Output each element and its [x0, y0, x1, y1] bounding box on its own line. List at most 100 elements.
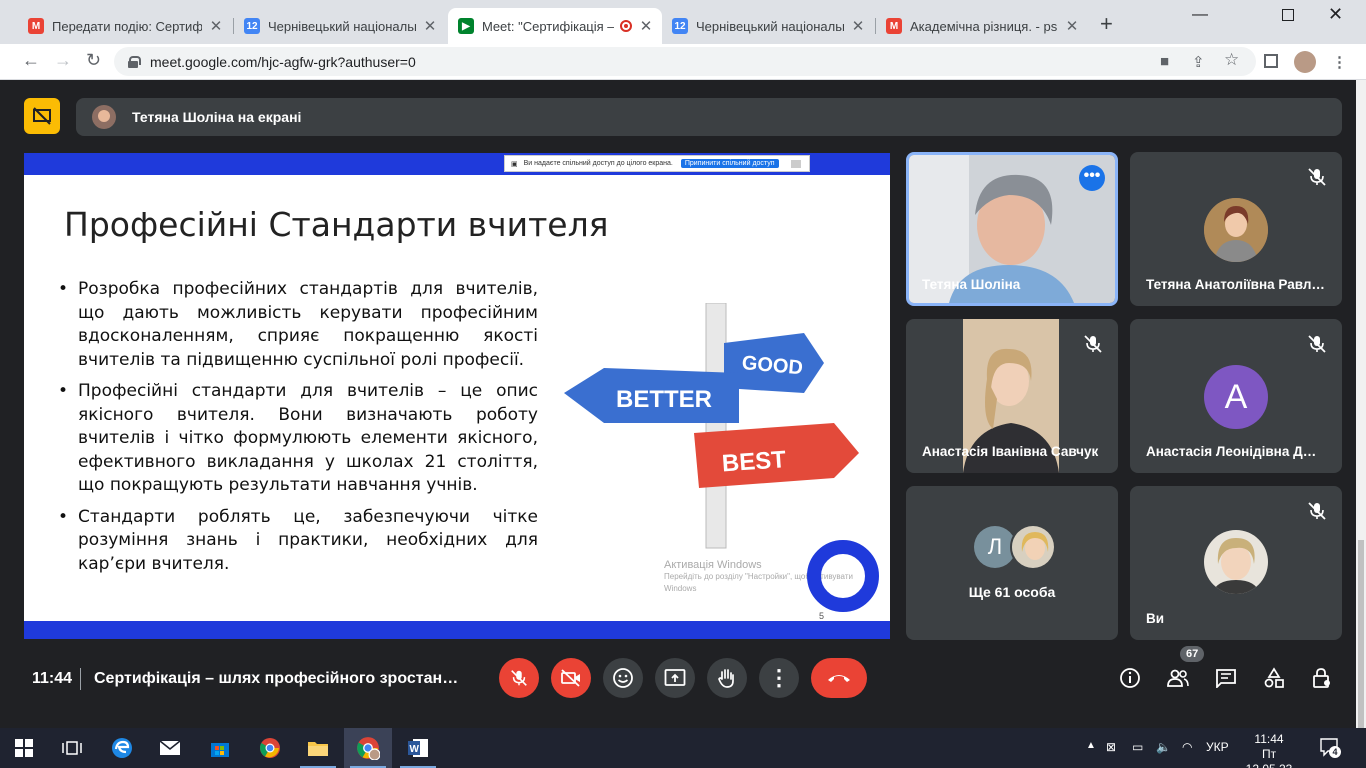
taskbar-file-explorer[interactable]: [294, 728, 342, 768]
hang-up-icon: [828, 675, 850, 682]
participant-tile[interactable]: ••• Тетяна Шоліна: [906, 152, 1118, 306]
start-button[interactable]: [0, 728, 48, 768]
minimize-icon[interactable]: —: [1192, 6, 1208, 24]
browser-tab[interactable]: M Академічна різниця. - psr-c ✕: [876, 8, 1088, 44]
bullet-item: Стандарти роблять це, забезпечуючи чітке…: [58, 506, 538, 577]
more-options-button[interactable]: ⋮: [759, 658, 799, 698]
camera-toggle-button[interactable]: [551, 658, 591, 698]
sign-best: BEST: [721, 446, 787, 477]
participant-avatar: [1204, 530, 1268, 594]
taskbar-store[interactable]: [196, 728, 244, 768]
taskbar-word[interactable]: W: [394, 728, 442, 768]
participant-name: Ви: [1146, 611, 1165, 626]
info-icon: [1120, 668, 1140, 688]
lock-icon: [128, 55, 141, 68]
screen-share-notice: ▣ Ви надаєте спільний доступ до цілого е…: [504, 155, 810, 172]
taskbar-chrome[interactable]: [246, 728, 294, 768]
taskbar-edge[interactable]: [98, 728, 146, 768]
meet-icon: ▶: [458, 18, 474, 34]
new-tab-icon[interactable]: +: [1100, 13, 1113, 35]
mic-off-icon: [1084, 335, 1102, 353]
participant-avatar: [1204, 198, 1268, 262]
volume-icon[interactable]: 🔈: [1156, 740, 1171, 754]
activities-button[interactable]: [1262, 666, 1286, 690]
participant-tile[interactable]: Анастасія Іванівна Савчук: [906, 319, 1118, 473]
taskbar-mail[interactable]: [146, 728, 194, 768]
browser-tab[interactable]: M Передати подію: Сертифікація ✕: [18, 8, 232, 44]
windows-logo-icon: [15, 739, 33, 757]
close-tab-icon[interactable]: ✕: [208, 17, 224, 35]
taskbar-chrome-window[interactable]: [344, 728, 392, 768]
participant-tile[interactable]: Тетяна Анатоліївна Равл…: [1130, 152, 1342, 306]
tab-title: Чернівецький національний: [268, 18, 416, 34]
participant-name: Анастасія Іванівна Савчук: [922, 444, 1099, 459]
folder-icon: [308, 742, 328, 756]
slide-ring-decoration: [807, 540, 879, 612]
participant-avatar-letter: A: [1204, 365, 1268, 429]
presenter-avatar: [92, 105, 116, 129]
sidebar-icon[interactable]: [1264, 54, 1278, 68]
bullet-item: Розробка професійних стандартів для вчит…: [58, 278, 538, 372]
raise-hand-button[interactable]: [707, 658, 747, 698]
edge-icon: [112, 738, 132, 758]
notifications-button[interactable]: 4: [1318, 736, 1341, 758]
gmail-icon: M: [28, 18, 44, 34]
presenting-label: Тетяна Шоліна на екрані: [132, 109, 302, 125]
tray-overflow-icon[interactable]: ▲: [1086, 740, 1096, 751]
stop-presenting-button[interactable]: [24, 98, 60, 134]
wifi-icon[interactable]: ◠: [1182, 740, 1192, 754]
participant-name: Анастасія Леонідівна Д…: [1146, 444, 1317, 459]
close-tab-icon[interactable]: ✕: [638, 17, 654, 35]
gmail-icon: M: [886, 18, 902, 34]
reactions-button[interactable]: [603, 658, 643, 698]
more-options-icon[interactable]: •••: [1079, 165, 1105, 191]
chat-button[interactable]: [1214, 666, 1238, 690]
page-scrollbar[interactable]: [1356, 80, 1366, 768]
leave-call-button[interactable]: [811, 658, 867, 698]
others-tile[interactable]: Л Ще 61 особа: [906, 486, 1118, 640]
maximize-icon[interactable]: [1282, 9, 1294, 21]
present-off-icon: [33, 107, 51, 125]
close-tab-icon[interactable]: ✕: [1064, 17, 1080, 35]
people-button[interactable]: [1166, 666, 1190, 690]
reload-icon[interactable]: ↻: [86, 50, 101, 71]
menu-dots-icon[interactable]: ⋮: [1332, 53, 1347, 71]
tray-network-status-icon[interactable]: ⊠: [1106, 740, 1116, 754]
slide-page-number: 5: [819, 611, 825, 621]
address-bar[interactable]: meet.google.com/hjc-agfw-grk?authuser=0: [114, 47, 1256, 76]
tray-power-icon[interactable]: ▭: [1132, 740, 1143, 754]
mic-toggle-button[interactable]: [499, 658, 539, 698]
browser-tab[interactable]: 12 Чернівецький національний ✕: [234, 8, 446, 44]
present-screen-button[interactable]: [655, 658, 695, 698]
host-controls-button[interactable]: [1310, 666, 1334, 690]
browser-tab[interactable]: 12 Чернівецький національний ✕: [662, 8, 874, 44]
notification-count: 4: [1329, 746, 1341, 758]
task-view-button[interactable]: [48, 728, 96, 768]
close-window-icon[interactable]: ✕: [1328, 4, 1343, 25]
taskbar-clock[interactable]: 11:44 Пт 12.05.23: [1238, 732, 1300, 768]
self-tile[interactable]: Ви: [1130, 486, 1342, 640]
lock-person-icon: [1313, 668, 1330, 688]
profile-avatar[interactable]: [1294, 51, 1316, 73]
browser-tab-active[interactable]: ▶ Meet: "Сертифікація – ш ✕: [448, 8, 662, 44]
tab-title: Чернівецький національний: [696, 18, 844, 34]
mail-icon: [159, 740, 181, 755]
close-tab-icon[interactable]: ✕: [422, 17, 438, 35]
browser-tab-strip: M Передати подію: Сертифікація ✕ 12 Черн…: [0, 0, 1366, 44]
stop-sharing-button[interactable]: Припинити спільний доступ: [680, 159, 779, 168]
participant-tile[interactable]: A Анастасія Леонідівна Д…: [1130, 319, 1342, 473]
hand-icon: [718, 669, 734, 688]
input-language[interactable]: УКР: [1206, 740, 1229, 754]
meeting-details-button[interactable]: [1118, 666, 1142, 690]
presenting-banner: Тетяна Шоліна на екрані: [76, 98, 1342, 136]
participant-avatar: [1010, 524, 1056, 570]
close-tab-icon[interactable]: ✕: [850, 17, 866, 35]
share-icon[interactable]: ⇪: [1192, 53, 1205, 71]
back-icon[interactable]: ←: [22, 50, 40, 71]
camera-off-icon: [561, 669, 580, 687]
bookmark-star-icon[interactable]: ☆: [1224, 50, 1239, 70]
camera-icon[interactable]: ■: [1160, 53, 1169, 70]
meet-control-bar: 11:44 Сертифікація – шлях професійного з…: [0, 646, 1356, 728]
calendar-icon: 12: [244, 18, 260, 34]
forward-icon[interactable]: →: [54, 50, 72, 71]
